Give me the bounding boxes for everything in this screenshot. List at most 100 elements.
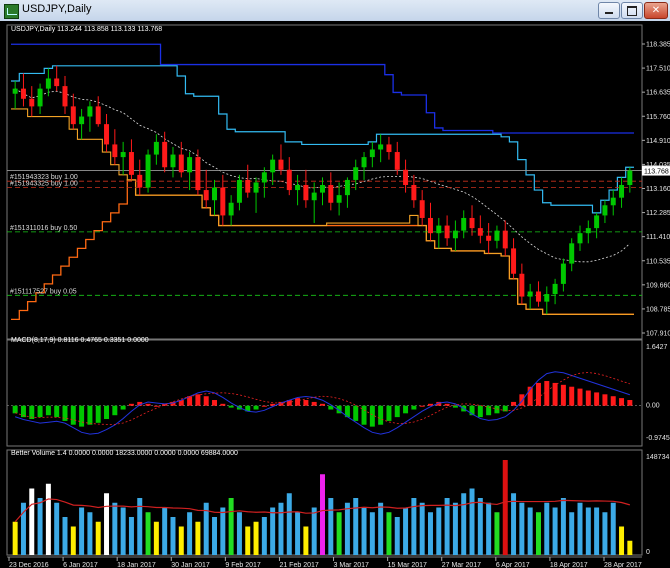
price-label: 118.385 bbox=[646, 42, 670, 49]
volume-bar bbox=[378, 502, 384, 555]
volume-bar bbox=[195, 521, 201, 555]
candle-body bbox=[344, 179, 350, 196]
candle-body bbox=[361, 157, 367, 168]
volume-bar bbox=[477, 498, 483, 555]
candle-body bbox=[494, 230, 500, 241]
volume-bar bbox=[70, 526, 76, 555]
date-label: 18 Jan 2017 bbox=[117, 562, 156, 568]
candle-body bbox=[95, 106, 101, 125]
macd-histogram-bar bbox=[203, 396, 209, 406]
maximize-button[interactable] bbox=[621, 2, 643, 19]
candle-body bbox=[295, 185, 301, 191]
volume-bar bbox=[610, 502, 616, 555]
price-label: 109.660 bbox=[646, 282, 670, 289]
candle-body bbox=[203, 190, 209, 201]
macd-histogram-bar bbox=[394, 405, 400, 418]
price-label: 116.635 bbox=[646, 90, 670, 97]
volume-bar bbox=[245, 526, 251, 555]
close-button[interactable]: ✕ bbox=[644, 2, 668, 19]
candle-body bbox=[502, 230, 508, 249]
macd-histogram-bar bbox=[477, 405, 483, 418]
macd-histogram-bar bbox=[120, 405, 126, 410]
volume-bar bbox=[87, 512, 93, 555]
volume-bar bbox=[511, 493, 517, 555]
chart-canvas[interactable]: #151943323 buy 1.00#151943325 buy 1.00#1… bbox=[0, 21, 670, 568]
volume-panel[interactable] bbox=[12, 460, 633, 555]
volume-bar bbox=[403, 507, 409, 555]
candle-body bbox=[37, 88, 43, 107]
candle-body bbox=[236, 179, 242, 203]
price-panel[interactable]: #151943323 buy 1.00#151943325 buy 1.00#1… bbox=[7, 43, 670, 321]
volume-bar bbox=[535, 512, 541, 555]
candle-body bbox=[104, 124, 110, 145]
price-label: 110.535 bbox=[646, 258, 670, 265]
candle-body bbox=[477, 228, 483, 236]
volume-bar bbox=[560, 498, 566, 555]
volume-bar bbox=[461, 493, 467, 555]
candle-body bbox=[311, 192, 317, 201]
macd-histogram-bar bbox=[212, 400, 218, 406]
volume-bar bbox=[29, 488, 35, 555]
macd-histogram-bar bbox=[535, 382, 541, 406]
minimize-icon bbox=[605, 12, 613, 14]
volume-bar bbox=[369, 512, 375, 555]
close-icon: ✕ bbox=[651, 5, 661, 16]
volume-bar bbox=[527, 507, 533, 555]
candle-body bbox=[527, 291, 533, 297]
candle-body bbox=[436, 225, 442, 234]
macd-histogram-bar bbox=[444, 403, 450, 406]
candle-body bbox=[29, 98, 35, 107]
volume-bar bbox=[486, 502, 492, 555]
price-label: 111.410 bbox=[646, 234, 670, 241]
volume-bar bbox=[145, 512, 151, 555]
volume-bar bbox=[469, 488, 475, 555]
candle-body bbox=[45, 78, 51, 89]
macd-panel[interactable] bbox=[7, 371, 642, 435]
macd-histogram-bar bbox=[311, 401, 317, 406]
candle-body bbox=[594, 215, 600, 229]
candle-body bbox=[469, 217, 475, 229]
candle-body bbox=[195, 157, 201, 191]
volume-bar bbox=[320, 474, 325, 555]
date-label: 27 Mar 2017 bbox=[442, 562, 481, 568]
volume-bar bbox=[270, 507, 276, 555]
candle-body bbox=[245, 179, 251, 193]
candle-body bbox=[286, 169, 292, 191]
volume-scale-label: 0 bbox=[646, 549, 650, 556]
price-label: 113.160 bbox=[646, 186, 670, 193]
volume-bar bbox=[112, 502, 118, 555]
candle-body bbox=[369, 149, 375, 158]
macd-histogram-bar bbox=[411, 405, 417, 410]
volume-bar bbox=[427, 512, 433, 555]
chart-window[interactable]: #151943323 buy 1.00 #151943325 buy 1.00 #1… bbox=[0, 21, 670, 568]
macd-histogram-bar bbox=[95, 405, 101, 423]
volume-bar bbox=[585, 507, 591, 555]
candle-body bbox=[228, 202, 234, 216]
volume-bar bbox=[627, 540, 633, 555]
macd-panel-title: MACD(8,17,9) 0.8116 0.4765 0.3351 0.0000 bbox=[11, 337, 149, 344]
date-label: 3 Mar 2017 bbox=[334, 562, 370, 568]
macd-scale-label: 1.6427 bbox=[646, 344, 668, 351]
window-title: USDJPY,Daily bbox=[22, 3, 92, 15]
volume-bar bbox=[54, 502, 60, 555]
candle-body bbox=[444, 225, 450, 239]
volume-bar bbox=[361, 507, 367, 555]
volume-bar bbox=[502, 460, 508, 555]
macd-histogram-bar bbox=[54, 405, 60, 418]
macd-histogram-bar bbox=[79, 405, 85, 427]
macd-histogram-bar bbox=[419, 405, 425, 407]
minimize-button[interactable] bbox=[598, 2, 620, 19]
candle-body bbox=[328, 185, 334, 203]
candle-body bbox=[320, 185, 325, 193]
price-label: 117.510 bbox=[646, 66, 670, 73]
price-label: 107.910 bbox=[646, 331, 670, 338]
macd-histogram-bar bbox=[128, 403, 134, 406]
candle-body bbox=[411, 185, 417, 201]
macd-histogram-bar bbox=[569, 386, 575, 406]
volume-scale-label: 148734 bbox=[646, 454, 669, 461]
candle-body bbox=[427, 217, 433, 234]
volume-panel-title: Better Volume 1.4 0.0000 0.0000 18233.00… bbox=[11, 450, 238, 457]
volume-bar bbox=[228, 498, 234, 555]
volume-bar bbox=[104, 493, 110, 555]
window-titlebar[interactable]: USDJPY,Daily ✕ bbox=[0, 0, 670, 22]
